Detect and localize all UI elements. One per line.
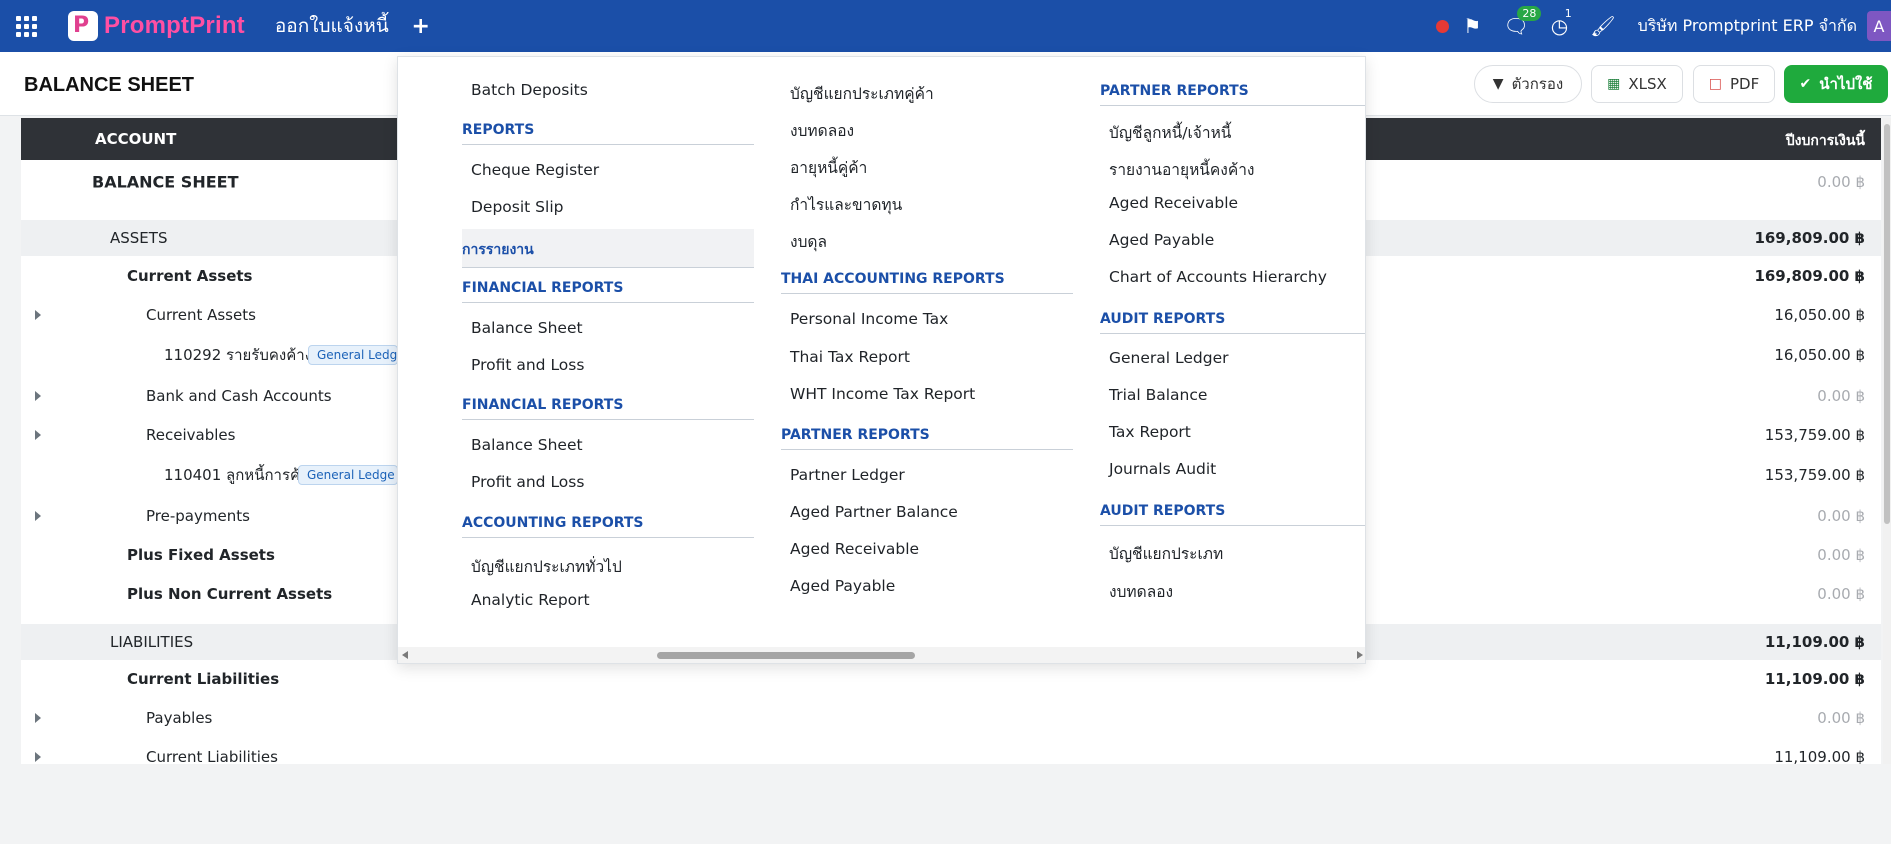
expand-caret-icon[interactable] xyxy=(35,752,41,762)
grid-icon xyxy=(15,15,37,37)
menu-item-partner-ledger[interactable]: Partner Ledger xyxy=(790,466,905,484)
menu-item-trial-balance[interactable]: Trial Balance xyxy=(1109,386,1207,404)
menu-header-partner: PARTNER REPORTS xyxy=(1100,83,1365,106)
menu-item-trial-balance-th[interactable]: งบทดลอง xyxy=(790,118,854,143)
xlsx-export-button[interactable]: ▦ XLSX xyxy=(1591,65,1683,103)
menu-item-balance-sheet-1[interactable]: Balance Sheet xyxy=(471,319,583,337)
expand-caret-icon[interactable] xyxy=(35,713,41,723)
menu-item-balance-sheet-2[interactable]: Balance Sheet xyxy=(471,436,583,454)
menu-item-batch-deposits[interactable]: Batch Deposits xyxy=(471,81,588,99)
messages-icon[interactable]: 🗨 28 xyxy=(1503,6,1542,38)
excel-file-icon: ▦ xyxy=(1607,76,1621,92)
expand-caret-icon[interactable] xyxy=(35,310,41,320)
menu-header-financial-2: FINANCIAL REPORTS xyxy=(462,397,754,420)
menu-header-reports: REPORTS xyxy=(462,122,754,145)
menu-item-ar-ap-th[interactable]: บัญชีลูกหนี้/เจ้าหนี้ xyxy=(1109,120,1231,145)
menu-item-tax-report[interactable]: Tax Report xyxy=(1109,423,1191,441)
messages-badge: 28 xyxy=(1517,6,1542,21)
menu-item-aged-payable[interactable]: Aged Payable xyxy=(790,577,895,595)
menu-item-aged-receivable[interactable]: Aged Receivable xyxy=(1109,194,1238,212)
menu-item-personal-income-tax[interactable]: Personal Income Tax xyxy=(790,310,948,328)
filter-button[interactable]: ▼ ตัวกรอง xyxy=(1474,65,1582,103)
menu-header-financial-1: FINANCIAL REPORTS xyxy=(462,280,754,303)
brand-name: PromptPrint xyxy=(104,12,245,39)
bookmark-icon[interactable]: ⚑ xyxy=(1463,14,1481,38)
reporting-dropdown-menu: Batch Deposits REPORTS Cheque Register D… xyxy=(397,56,1366,664)
general-ledger-tag[interactable]: General Ledg xyxy=(308,345,398,365)
filter-icon: ▼ xyxy=(1492,76,1504,92)
menu-header-partner: PARTNER REPORTS xyxy=(781,427,1073,450)
pdf-file-icon: □ xyxy=(1708,76,1722,92)
menu-item-coa-hierarchy[interactable]: Chart of Accounts Hierarchy xyxy=(1109,268,1327,286)
app-title-menu[interactable]: ออกใบแจ้งหนี้ xyxy=(275,11,389,41)
scroll-thumb[interactable] xyxy=(657,652,915,659)
activity-badge: 1 xyxy=(1564,7,1572,20)
report-row[interactable]: Current Liabilities 11,109.00 ฿ xyxy=(21,738,1881,764)
recording-indicator-icon[interactable] xyxy=(1436,19,1450,33)
user-avatar[interactable]: A xyxy=(1867,11,1891,41)
vertical-scrollbar[interactable] xyxy=(1883,118,1891,764)
menu-item-thai-tax-report[interactable]: Thai Tax Report xyxy=(790,348,910,366)
menu-item-aged-partner-balance[interactable]: Aged Partner Balance xyxy=(790,503,958,521)
menu-item-journals-audit[interactable]: Journals Audit xyxy=(1109,460,1216,478)
menu-header-audit-2: AUDIT REPORTS xyxy=(1100,503,1365,526)
page-title: BALANCE SHEET xyxy=(24,74,195,96)
account-column-header: ACCOUNT xyxy=(95,130,177,148)
scroll-right-arrow-icon[interactable] xyxy=(1357,651,1363,659)
check-icon: ✔ xyxy=(1799,76,1812,92)
menu-item-general-ledger-th[interactable]: บัญชีแยกประเภททั่วไป xyxy=(471,554,622,579)
menu-item-balance-th[interactable]: งบดุล xyxy=(790,229,827,254)
activity-clock-icon[interactable]: ◷ 1 xyxy=(1551,7,1572,38)
app-menu-button[interactable] xyxy=(0,0,52,52)
menu-item-profit-loss-2[interactable]: Profit and Loss xyxy=(471,473,584,491)
expand-caret-icon[interactable] xyxy=(35,511,41,521)
expand-caret-icon[interactable] xyxy=(35,430,41,440)
menu-item-aged-receivable[interactable]: Aged Receivable xyxy=(790,540,919,558)
menu-header-audit-1: AUDIT REPORTS xyxy=(1100,311,1365,334)
scroll-left-arrow-icon[interactable] xyxy=(402,651,408,659)
menu-item-aging-outstanding-th[interactable]: รายงานอายุหนี้คงค้าง xyxy=(1109,157,1254,182)
brand-logo-icon: P xyxy=(68,11,98,41)
menu-header-accounting: ACCOUNTING REPORTS xyxy=(462,515,754,538)
balance-column-header: ปีงบการเงินนี้ xyxy=(1785,133,1865,149)
general-ledger-tag[interactable]: General Ledge xyxy=(298,465,398,485)
menu-header-thai-reports: การรายงาน xyxy=(462,229,754,268)
menu-item-aged-partner-th[interactable]: อายุหนี้คู่ค้า xyxy=(790,155,867,180)
menu-item-general-ledger[interactable]: General Ledger xyxy=(1109,349,1229,367)
report-row[interactable]: Payables 0.00 ฿ xyxy=(21,698,1881,738)
menu-item-profit-loss-1[interactable]: Profit and Loss xyxy=(471,356,584,374)
menu-item-trial-balance-th[interactable]: งบทดลอง xyxy=(1109,579,1173,604)
expand-caret-icon[interactable] xyxy=(35,391,41,401)
report-row[interactable]: Current Liabilities 11,109.00 ฿ xyxy=(21,660,1881,698)
menu-item-partner-ledger-th[interactable]: บัญชีแยกประเภทคู่ค้า xyxy=(790,81,934,106)
apply-button[interactable]: ✔ นำไปใช้ xyxy=(1784,65,1888,103)
menu-item-cheque-register[interactable]: Cheque Register xyxy=(471,161,599,179)
menu-item-aged-payable[interactable]: Aged Payable xyxy=(1109,231,1214,249)
company-switcher[interactable]: บริษัท Promptprint ERP จำกัด xyxy=(1638,14,1857,39)
menu-item-deposit-slip[interactable]: Deposit Slip xyxy=(471,198,563,216)
horizontal-scrollbar[interactable] xyxy=(398,647,1365,663)
brush-icon[interactable]: 🖌 xyxy=(1590,14,1615,38)
menu-item-analytic-report[interactable]: Analytic Report xyxy=(471,591,590,609)
menu-item-profit-loss-th[interactable]: กำไรและขาดทุน xyxy=(790,192,902,217)
brand-logo-link[interactable]: P PromptPrint xyxy=(68,11,245,41)
menu-item-wht-income-tax[interactable]: WHT Income Tax Report xyxy=(790,385,975,403)
plus-icon[interactable]: + xyxy=(409,14,433,39)
pdf-export-button[interactable]: □ PDF xyxy=(1693,65,1775,103)
menu-item-ledger-th[interactable]: บัญชีแยกประเภท xyxy=(1109,541,1223,566)
menu-header-thai-accounting: THAI ACCOUNTING REPORTS xyxy=(781,271,1073,294)
top-navbar: P PromptPrint ออกใบแจ้งหนี้ + ⚑ 🗨 28 ◷ 1 🖌… xyxy=(0,0,1891,52)
